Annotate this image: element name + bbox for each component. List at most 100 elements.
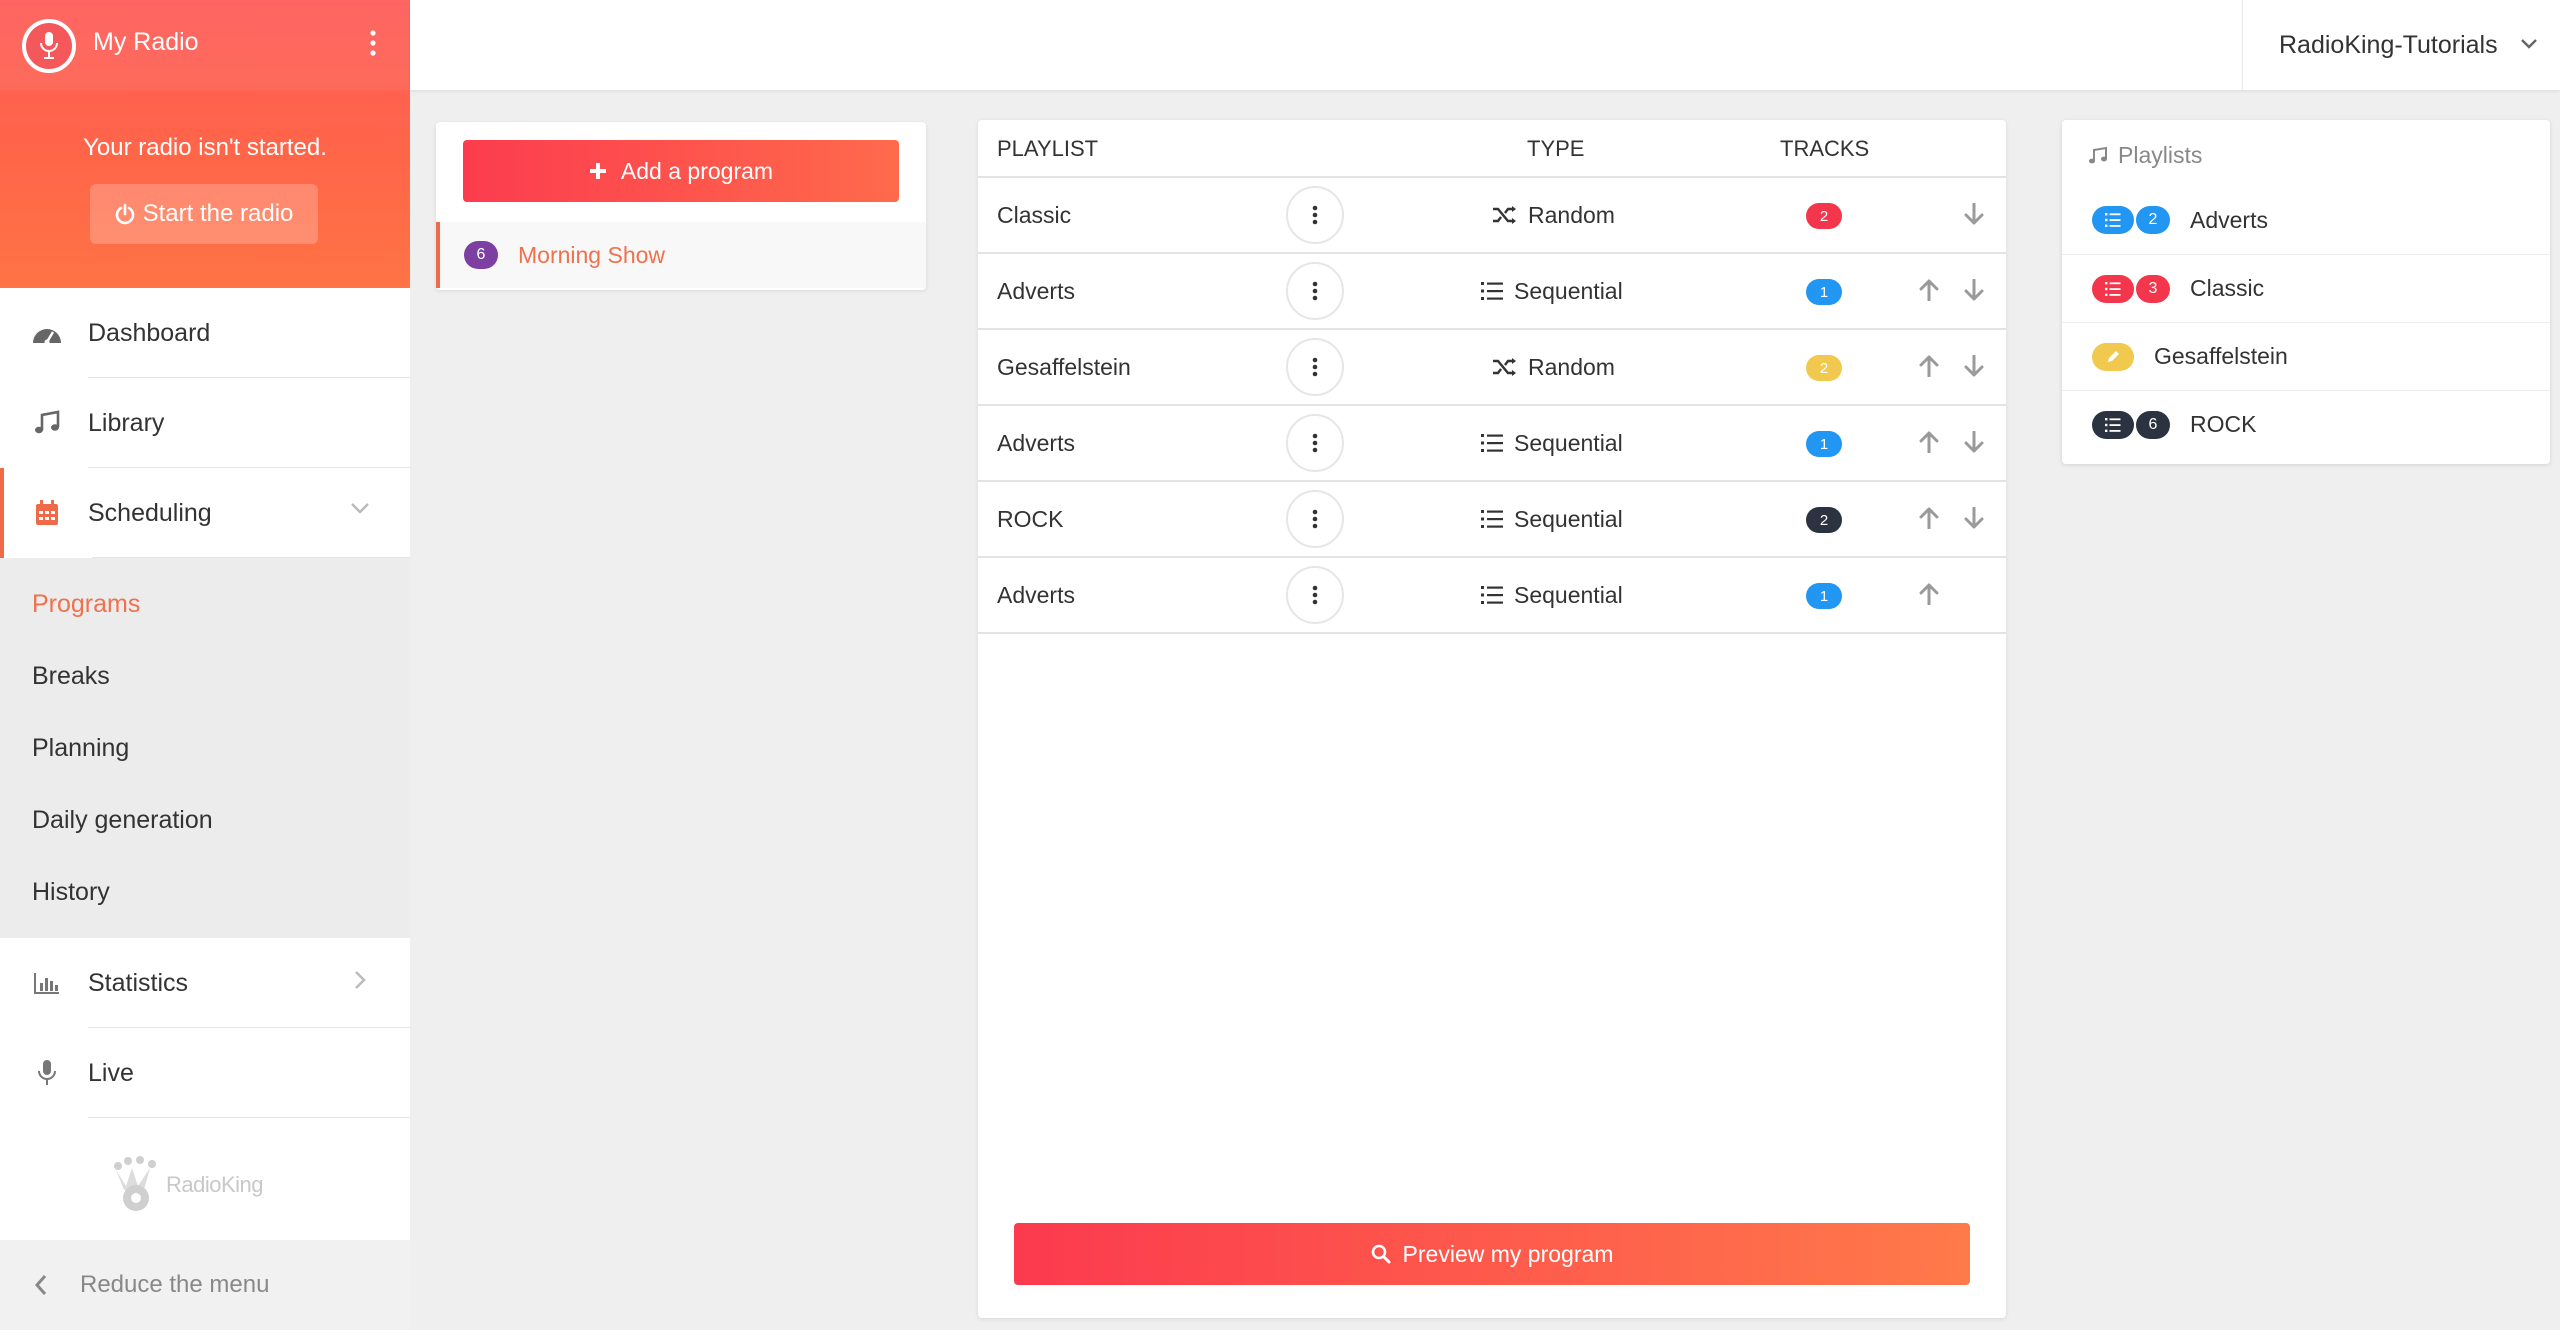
playlist-type-label: Sequential bbox=[1514, 429, 1623, 456]
table-row[interactable]: Gesaffelstein Random 2 bbox=[978, 330, 2006, 406]
more-options-icon[interactable] bbox=[1286, 186, 1344, 244]
column-header-type: TYPE bbox=[1527, 136, 1585, 161]
chevron-left-icon bbox=[34, 1274, 48, 1296]
reduce-menu-button[interactable]: Reduce the menu bbox=[0, 1240, 410, 1330]
submenu-item-breaks[interactable]: Breaks bbox=[0, 640, 410, 712]
chevron-down-icon bbox=[2520, 38, 2538, 49]
table-row[interactable]: Adverts Sequential 1 bbox=[978, 558, 2006, 634]
sidebar: My Radio Your radio isn't started. Start… bbox=[0, 0, 410, 1330]
radio-menu-kebab-icon[interactable] bbox=[370, 30, 376, 56]
playlist-type: Sequential bbox=[1480, 558, 1623, 632]
playlists-panel: Playlists 2 Adverts 3 Classic Gesaffelstein 6… bbox=[2062, 120, 2550, 464]
music-note-icon bbox=[30, 406, 64, 440]
nav-label-statistics: Statistics bbox=[88, 968, 189, 997]
move-up-arrow-icon[interactable] bbox=[1915, 352, 1943, 380]
radioking-logo: RadioKing bbox=[110, 1156, 264, 1214]
power-icon bbox=[115, 203, 135, 225]
playlist-type: Random bbox=[1492, 178, 1615, 252]
table-row[interactable]: Adverts Sequential 1 bbox=[978, 254, 2006, 330]
tracks-count-badge: 2 bbox=[1806, 507, 1842, 533]
list-icon bbox=[1480, 432, 1504, 454]
add-program-button[interactable]: Add a program bbox=[463, 140, 899, 202]
move-up-arrow-icon[interactable] bbox=[1915, 276, 1943, 304]
playlist-name: ROCK bbox=[997, 505, 1064, 532]
account-dropdown[interactable]: RadioKing-Tutorials bbox=[2242, 0, 2560, 90]
playlist-type: Sequential bbox=[1480, 482, 1623, 556]
radio-logo[interactable] bbox=[22, 19, 76, 73]
playlist-type-label: Sequential bbox=[1514, 581, 1623, 608]
submenu-item-programs[interactable]: Programs bbox=[0, 568, 410, 640]
playlist-type-label: Random bbox=[1528, 353, 1615, 380]
move-down-arrow-icon[interactable] bbox=[1960, 504, 1988, 532]
playlist-name: ROCK bbox=[2190, 411, 2257, 437]
microphone-logo-icon bbox=[26, 23, 72, 69]
playlists-panel-title: Playlists bbox=[2118, 142, 2203, 168]
chevron-down-icon bbox=[350, 502, 370, 514]
dashboard-icon bbox=[30, 316, 64, 350]
programs-panel: Add a program 6 Morning Show bbox=[436, 122, 926, 290]
program-name: Morning Show bbox=[518, 241, 666, 268]
more-options-icon[interactable] bbox=[1286, 338, 1344, 396]
nav-item-scheduling[interactable]: Scheduling bbox=[0, 468, 410, 558]
shuffle-icon bbox=[1492, 205, 1518, 225]
radioking-crown-icon bbox=[114, 1156, 156, 1211]
playlist-list-item[interactable]: 6 ROCK bbox=[2062, 390, 2550, 458]
radio-title-row: My Radio bbox=[0, 0, 410, 90]
playlist-type-label: Sequential bbox=[1514, 277, 1623, 304]
table-row[interactable]: Classic Random 2 bbox=[978, 178, 2006, 254]
move-down-arrow-icon[interactable] bbox=[1960, 352, 1988, 380]
playlist-name: Adverts bbox=[997, 277, 1075, 304]
move-down-arrow-icon[interactable] bbox=[1960, 428, 1988, 456]
nav-item-library[interactable]: Library bbox=[0, 378, 410, 468]
playlist-name: Classic bbox=[997, 201, 1072, 228]
list-icon bbox=[2092, 410, 2134, 439]
tracks-count-badge: 1 bbox=[1806, 431, 1842, 457]
radio-status-text: Your radio isn't started. bbox=[83, 134, 327, 161]
table-header: PLAYLIST TYPE TRACKS bbox=[978, 120, 2006, 178]
chevron-right-icon bbox=[354, 970, 366, 990]
radio-name[interactable]: My Radio bbox=[93, 28, 199, 57]
playlist-type-label: Random bbox=[1528, 201, 1615, 228]
playlist-type: Random bbox=[1492, 330, 1615, 404]
more-options-icon[interactable] bbox=[1286, 566, 1344, 624]
list-icon bbox=[1480, 280, 1504, 302]
nav-label-dashboard: Dashboard bbox=[88, 318, 211, 347]
more-options-icon[interactable] bbox=[1286, 414, 1344, 472]
radio-header: My Radio Your radio isn't started. Start… bbox=[0, 0, 410, 288]
submenu-item-planning[interactable]: Planning bbox=[0, 712, 410, 784]
program-count-badge: 6 bbox=[464, 241, 498, 269]
playlist-name: Adverts bbox=[997, 429, 1075, 456]
submenu-item-history[interactable]: History bbox=[0, 856, 410, 928]
start-radio-button[interactable]: Start the radio bbox=[90, 184, 318, 244]
move-up-arrow-icon[interactable] bbox=[1915, 504, 1943, 532]
playlist-list-item[interactable]: 2 Adverts bbox=[2062, 186, 2550, 254]
playlist-list-item[interactable]: Gesaffelstein bbox=[2062, 322, 2550, 390]
reduce-menu-label: Reduce the menu bbox=[80, 1271, 270, 1298]
nav-item-statistics[interactable]: Statistics bbox=[0, 938, 410, 1028]
move-down-arrow-icon[interactable] bbox=[1960, 276, 1988, 304]
program-item[interactable]: 6 Morning Show bbox=[436, 222, 926, 288]
start-radio-label: Start the radio bbox=[142, 200, 294, 227]
list-icon bbox=[2092, 274, 2134, 303]
more-options-icon[interactable] bbox=[1286, 262, 1344, 320]
nav-item-live[interactable]: Live bbox=[0, 1028, 410, 1118]
move-up-arrow-icon[interactable] bbox=[1915, 428, 1943, 456]
nav-label-library: Library bbox=[88, 408, 165, 437]
shuffle-icon bbox=[1492, 357, 1518, 377]
table-row[interactable]: ROCK Sequential 2 bbox=[978, 482, 2006, 558]
playlist-list-item[interactable]: 3 Classic bbox=[2062, 254, 2550, 322]
music-note-icon bbox=[2088, 146, 2108, 166]
move-down-arrow-icon[interactable] bbox=[1960, 200, 1988, 228]
tracks-count-badge: 1 bbox=[1806, 583, 1842, 609]
playlist-type: Sequential bbox=[1480, 254, 1623, 328]
playlist-name: Gesaffelstein bbox=[997, 353, 1131, 380]
list-icon bbox=[1480, 584, 1504, 606]
move-up-arrow-icon[interactable] bbox=[1915, 580, 1943, 608]
submenu-item-daily-generation[interactable]: Daily generation bbox=[0, 784, 410, 856]
table-row[interactable]: Adverts Sequential 1 bbox=[978, 406, 2006, 482]
program-playlist-table: PLAYLIST TYPE TRACKS Classic Random 2 Adver… bbox=[978, 120, 2006, 1318]
more-options-icon[interactable] bbox=[1286, 490, 1344, 548]
preview-program-button[interactable]: Preview my program bbox=[1014, 1223, 1970, 1285]
nav-item-dashboard[interactable]: Dashboard bbox=[0, 288, 410, 378]
pencil-icon bbox=[2092, 342, 2134, 371]
